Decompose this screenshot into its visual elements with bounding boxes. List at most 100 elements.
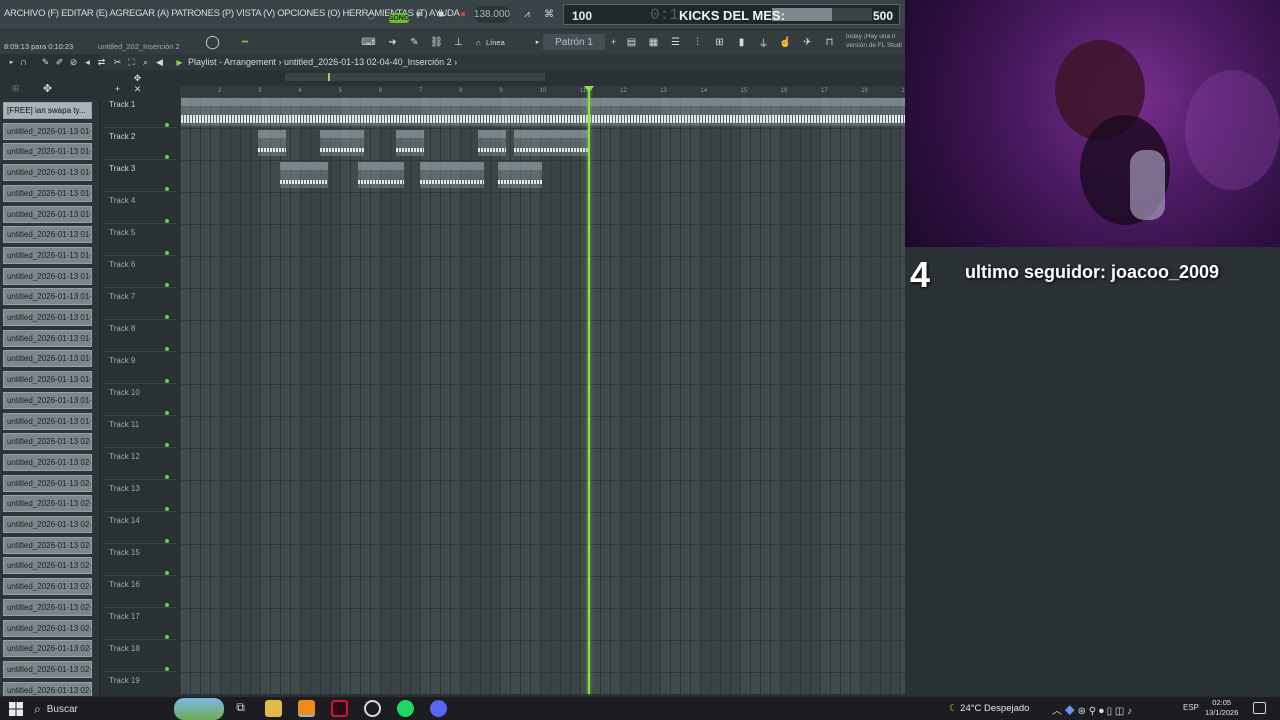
mixer-icon[interactable]: ⫶ <box>690 35 705 49</box>
browser-move-icon[interactable]: ✥ <box>40 81 55 95</box>
link-icon[interactable]: ⛓ <box>429 35 444 49</box>
browser-item[interactable]: untitled_2026-01-13 01-... <box>3 143 92 161</box>
tray-expand-icon[interactable]: ︿ <box>1052 706 1062 717</box>
system-tray[interactable]: ︿ ◆ ⊛ ⚲ ⏺ ▯ ◫ ♪ <box>1052 702 1132 717</box>
channel-rack-icon[interactable]: ☰ <box>668 35 683 49</box>
track-header[interactable]: Track 2 <box>104 128 176 160</box>
spotify-icon[interactable] <box>397 700 414 717</box>
slip-tool-icon[interactable]: ⇄ <box>94 55 109 69</box>
browser-item[interactable]: untitled_2026-01-13 02-... <box>3 598 92 616</box>
browser-item[interactable]: untitled_2026-01-13 02-... <box>3 660 92 678</box>
browser-item[interactable]: untitled_2026-01-13 02-... <box>3 495 92 513</box>
track-mute-led[interactable] <box>165 411 169 415</box>
typing-keyboard-icon[interactable]: ⌨ <box>361 35 376 49</box>
track-header[interactable]: Track 9 <box>104 352 176 384</box>
playback-tool-icon[interactable]: ◀ <box>152 55 167 69</box>
file-explorer-icon[interactable] <box>265 700 282 717</box>
magnet-snap-icon[interactable]: ∩ <box>16 55 31 69</box>
zoom-tool-icon[interactable]: ⌕ <box>138 55 153 69</box>
record-mode-icon[interactable]: ◌ <box>362 6 380 23</box>
notification-icon[interactable] <box>1253 702 1266 714</box>
overview-strip[interactable]: ✥ + ✕ <box>100 70 905 94</box>
close-track-icon[interactable]: ✕ <box>130 82 145 96</box>
browser-item[interactable]: untitled_2026-01-13 02-... <box>3 453 92 471</box>
track-header[interactable]: Track 5 <box>104 224 176 256</box>
track-mute-led[interactable] <box>165 507 169 511</box>
touch-icon[interactable]: ☝ <box>778 35 793 49</box>
volume-slider[interactable]: ━ <box>235 35 255 49</box>
audio-clip[interactable]: un..2 <box>478 130 506 156</box>
audio-clip[interactable]: untitled_2...erción 2 <box>514 130 590 156</box>
plugin-picker-icon[interactable]: ⊞ <box>712 35 727 49</box>
browser-view-icon[interactable]: ⊞ <box>8 81 23 95</box>
fl-studio-icon[interactable] <box>298 700 315 717</box>
track-mute-led[interactable] <box>165 379 169 383</box>
browser-item[interactable]: untitled_2026-01-13 01-... <box>3 371 92 389</box>
audio-clip[interactable]: un..2 <box>396 130 424 156</box>
browser-item[interactable]: untitled_2026-01-13 01-... <box>3 164 92 182</box>
browser-item[interactable]: untitled_2026-01-13 02-... <box>3 516 92 533</box>
midi-icon[interactable]: ⌘ <box>540 6 558 23</box>
tempo-display[interactable]: 138.000 <box>474 6 510 23</box>
track-header[interactable]: Track 10 <box>104 384 176 416</box>
playlist-play-icon[interactable]: ▶ <box>172 55 187 69</box>
taskbar-search[interactable]: ⌕ Buscar <box>34 697 224 720</box>
horizontal-scrollbar[interactable] <box>285 73 545 81</box>
track-mute-led[interactable] <box>165 539 169 543</box>
browser-item[interactable]: untitled_2026-01-13 02-... <box>3 536 92 554</box>
browser-item[interactable]: untitled_2026-01-13 01-... <box>3 184 92 202</box>
browser-item[interactable]: untitled_2026-01-13 02-... <box>3 578 92 596</box>
browser-item[interactable]: untitled_2026-01-13 01-... <box>3 412 92 430</box>
playlist-window-icon[interactable]: ▤ <box>624 35 639 49</box>
track-header[interactable]: Track 6 <box>104 256 176 288</box>
weather-widget[interactable]: ☾ 24°C Despejado <box>949 703 1029 714</box>
browser-item[interactable]: untitled_2026-01-13 01-... <box>3 309 92 326</box>
marketplace-icon[interactable]: ✈ <box>800 35 815 49</box>
track-header[interactable]: Track 11 <box>104 416 176 448</box>
language-indicator[interactable]: ESP <box>1183 703 1199 712</box>
record-button[interactable]: ● <box>455 6 471 23</box>
slice-tool-icon[interactable]: ✂ <box>110 55 125 69</box>
stop-button[interactable]: ■ <box>433 6 449 23</box>
tray-battery-icon[interactable]: ▯ <box>1107 706 1113 717</box>
draw-tool-icon[interactable]: ✎ <box>38 55 53 69</box>
track-mute-led[interactable] <box>165 187 169 191</box>
delete-tool-icon[interactable]: ⊘ <box>66 55 81 69</box>
metronome-icon[interactable]: ⩘ <box>519 6 535 23</box>
track-mute-led[interactable] <box>165 667 169 671</box>
track-header[interactable]: Track 8 <box>104 320 176 352</box>
windows-start-icon[interactable] <box>8 701 24 717</box>
browser-item[interactable]: untitled_2026-01-13 01-... <box>3 391 92 409</box>
tray-mic-icon[interactable]: ⏺ <box>1099 706 1104 717</box>
track-mute-led[interactable] <box>165 219 169 223</box>
browser-item[interactable]: untitled_2026-01-13 01-... <box>3 350 92 368</box>
track-header[interactable]: Track 12 <box>104 448 176 480</box>
track-header[interactable]: Track 1 <box>104 96 176 128</box>
browser-item[interactable]: untitled_2026-01-13 01-... <box>3 205 92 223</box>
obs-icon[interactable] <box>364 700 381 717</box>
browser-item[interactable]: untitled_2026-01-13 02-... <box>3 557 92 575</box>
track-mute-led[interactable] <box>165 475 169 479</box>
track-mute-led[interactable] <box>165 347 169 351</box>
plug-icon[interactable]: ⏚ <box>756 35 771 50</box>
audio-clip[interactable]: untit..ión 2 <box>320 130 364 156</box>
mute-tool-icon[interactable]: ◂ <box>80 55 95 69</box>
add-track-icon[interactable]: + <box>110 82 125 96</box>
track-header[interactable]: Track 4 <box>104 192 176 224</box>
taskbar-clock[interactable]: 02:05 13/1/2026 <box>1205 698 1238 718</box>
audio-clip[interactable]: untit..ión 2 <box>498 162 542 188</box>
audio-clip[interactable]: untitl..ión 2 <box>280 162 328 188</box>
tray-steam-icon[interactable]: ⊛ <box>1078 706 1086 717</box>
song-mode-badge[interactable]: SONG <box>389 13 409 23</box>
tray-usb-icon[interactable]: ⚲ <box>1089 706 1096 717</box>
task-view-icon[interactable]: ⧉ <box>232 700 249 717</box>
browser-item[interactable]: untitled_2026-01-13 02-... <box>3 433 92 451</box>
track-mute-led[interactable] <box>165 571 169 575</box>
arrow-right-icon[interactable]: ➜ <box>385 35 400 49</box>
tray-network-icon[interactable]: ◫ <box>1115 706 1124 717</box>
pattern-selector[interactable]: Patrón 1 <box>543 34 605 50</box>
tray-app-icon[interactable]: ◆ <box>1065 706 1075 717</box>
audio-clip[interactable]: [FREE] ian swapa type beat - heat <box>181 98 905 126</box>
browser-item[interactable]: [FREE] ian swapa ty... <box>3 102 92 119</box>
browser-item[interactable]: untitled_2026-01-13 01-... <box>3 226 92 244</box>
